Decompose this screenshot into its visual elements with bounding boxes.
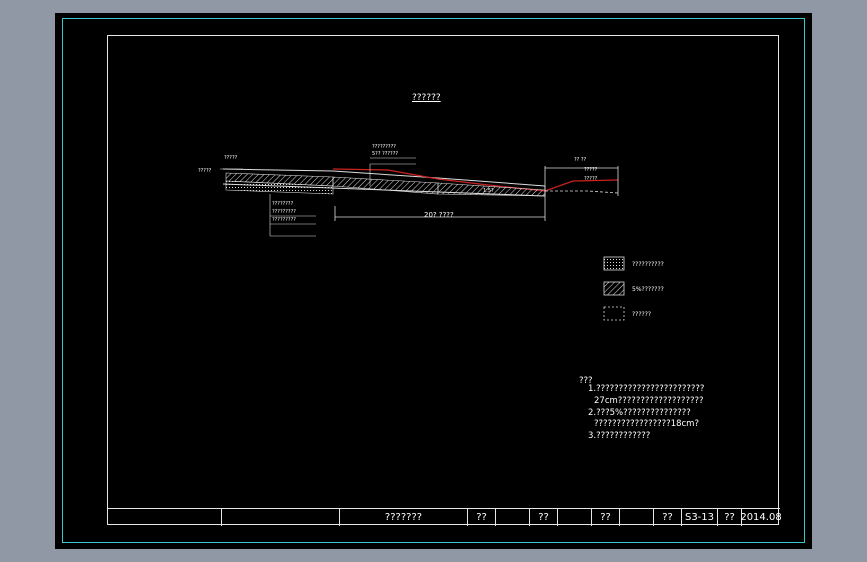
cross-section-drawing xyxy=(220,157,625,321)
label-mid-top-2: 5?? ?????? xyxy=(372,151,399,157)
title-block-cell xyxy=(222,509,340,526)
drawing-frame: ?????? ????? ????? ????????? 5?? ?????? … xyxy=(107,35,782,526)
label-left-edge: ????? xyxy=(198,168,212,174)
label-left-top: ????? xyxy=(224,155,238,161)
note-line-3: 2.???5%??????????????? xyxy=(588,408,691,418)
title-block-cell: ?? xyxy=(530,509,558,526)
note-line-5: 3.???????????? xyxy=(588,431,651,441)
legend-swatch-dashed xyxy=(603,306,625,321)
legend-text-1: ?????????? xyxy=(632,261,664,268)
label-dimension: 20? ???? xyxy=(424,211,454,219)
label-right-mid-2: ????? xyxy=(584,176,598,182)
label-right-mid: ????? xyxy=(584,167,598,173)
label-right-top: ?? ?? xyxy=(574,157,587,163)
hatched-layer-mid xyxy=(332,176,439,195)
title-block-date: 2014.08 xyxy=(740,512,782,523)
legend-swatch-hatch xyxy=(603,281,625,296)
label-left-bottom-2: ????????? xyxy=(272,209,296,215)
title-block-cell xyxy=(558,509,592,526)
label-left-bottom-3: ????????? xyxy=(272,217,296,223)
title-block-cell: ?? xyxy=(654,509,682,526)
note-line-2: 27cm??????????????????? xyxy=(594,396,704,406)
legend-text-3: ?????? xyxy=(632,311,652,318)
title-block-cell: ?? xyxy=(592,509,620,526)
label-slope: 1:5? xyxy=(483,188,494,194)
title-block-cell: ?? xyxy=(718,509,742,526)
title-block-drawing-number: S3-13 xyxy=(682,509,718,526)
title-block-cell xyxy=(620,509,654,526)
legend-text-2: 5%??????? xyxy=(632,286,664,293)
shoulder-line xyxy=(545,190,619,194)
title-block: ??????? ?? ?? ?? ?? S3-13 ?? 2014.08 xyxy=(108,508,782,526)
title-block-cell: ?? xyxy=(468,509,496,526)
title-block-cell xyxy=(496,509,530,526)
cad-viewport[interactable]: ?????? ????? ????? ????????? 5?? ?????? … xyxy=(55,13,812,549)
title-block-cell xyxy=(108,509,222,526)
label-mid-top-1: ????????? xyxy=(372,144,396,150)
label-left-bottom-1: ???????? xyxy=(272,201,294,207)
title-block-drawing-name: ??????? xyxy=(340,509,468,526)
legend-swatch-dotted xyxy=(603,256,625,271)
note-line-4: ?????????????????18cm? xyxy=(594,419,699,429)
note-line-1: 1.???????????????????????? xyxy=(588,384,705,394)
